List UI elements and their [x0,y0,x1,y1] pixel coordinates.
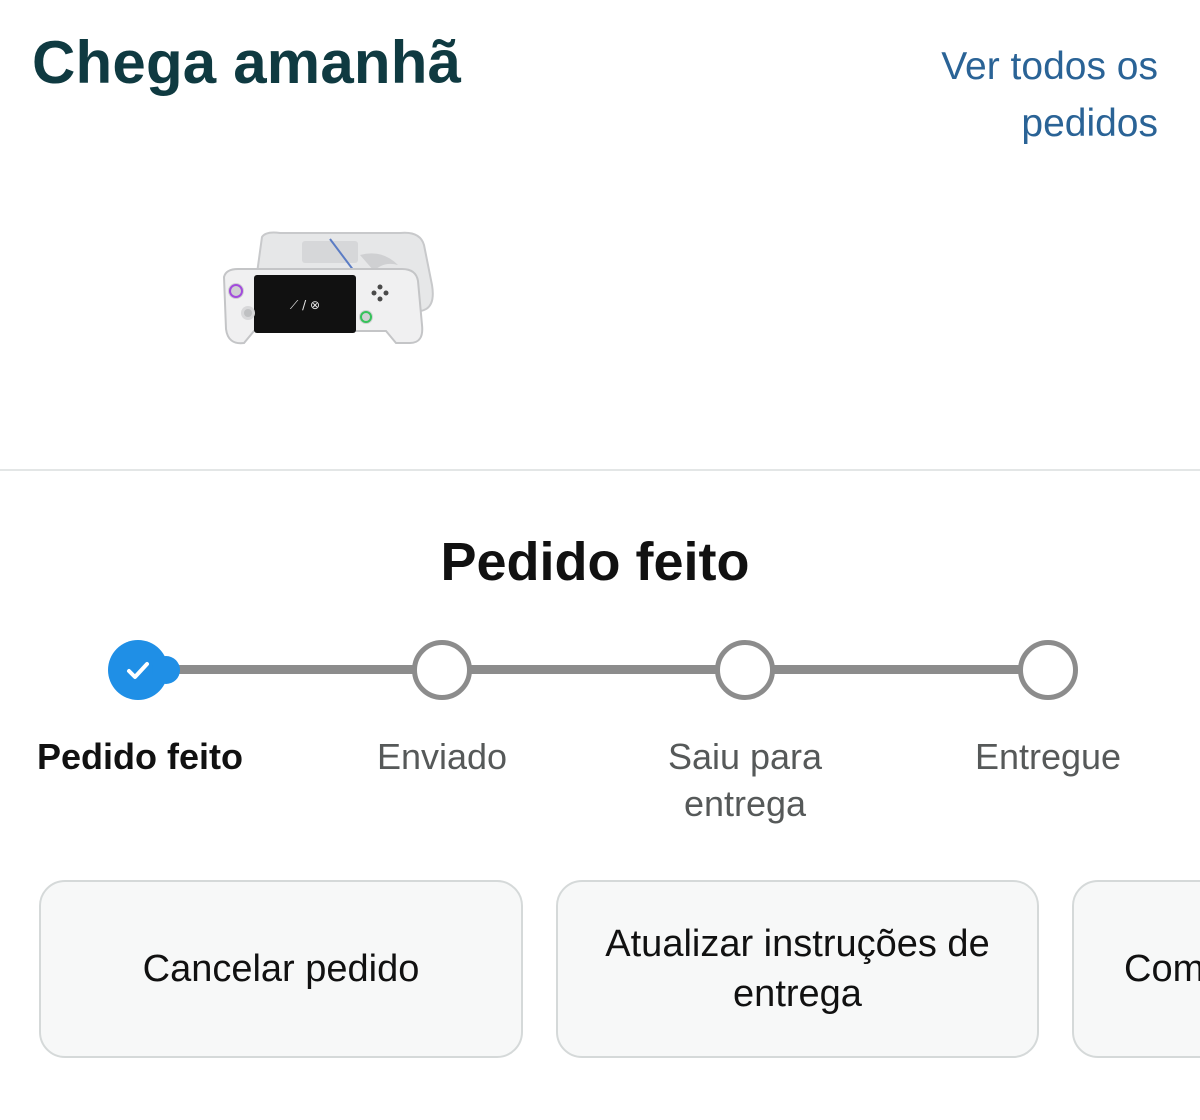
step-label-entregue: Entregue [974,736,1122,777]
page-title: Chega amanhã [32,29,462,96]
screen-logo: ⟋ / ⊗ [290,298,320,312]
update-delivery-instructions-button[interactable]: Atualizar instruções de entrega [556,880,1039,1058]
third-action-button[interactable]: Com [1072,880,1200,1058]
order-status-title: Pedido feito [440,532,750,592]
product-image[interactable]: ⟋ / ⊗ [210,225,440,355]
cancel-order-label: Cancelar pedido [142,948,420,990]
order-tracking-page: Chega amanhã Ver todos os pedidos ⟋ / ⊗ [0,0,1200,1120]
cancel-order-button[interactable]: Cancelar pedido [39,880,523,1058]
step-dot-pedido-feito [108,640,180,700]
step-label-enviado: Enviado [376,736,508,777]
see-all-orders-link[interactable]: Ver todos os pedidos [898,38,1158,152]
step-dot-enviado [412,640,472,700]
handheld-console-icon: ⟋ / ⊗ [222,231,434,345]
step-label-pedido-feito: Pedido feito [37,736,243,777]
step-dot-saiu-para-entrega [715,640,775,700]
update-delivery-instructions-label: Atualizar instruções de entrega [605,923,990,1015]
step-label-saiu-para-entrega: Saiu para entrega [667,736,823,824]
section-divider [0,469,1200,471]
progress-tracker [0,630,1200,710]
checkmark-icon [127,662,149,679]
step-dot-entregue [1018,640,1078,700]
third-action-label: Com [1124,948,1200,990]
progress-track [140,665,1050,674]
